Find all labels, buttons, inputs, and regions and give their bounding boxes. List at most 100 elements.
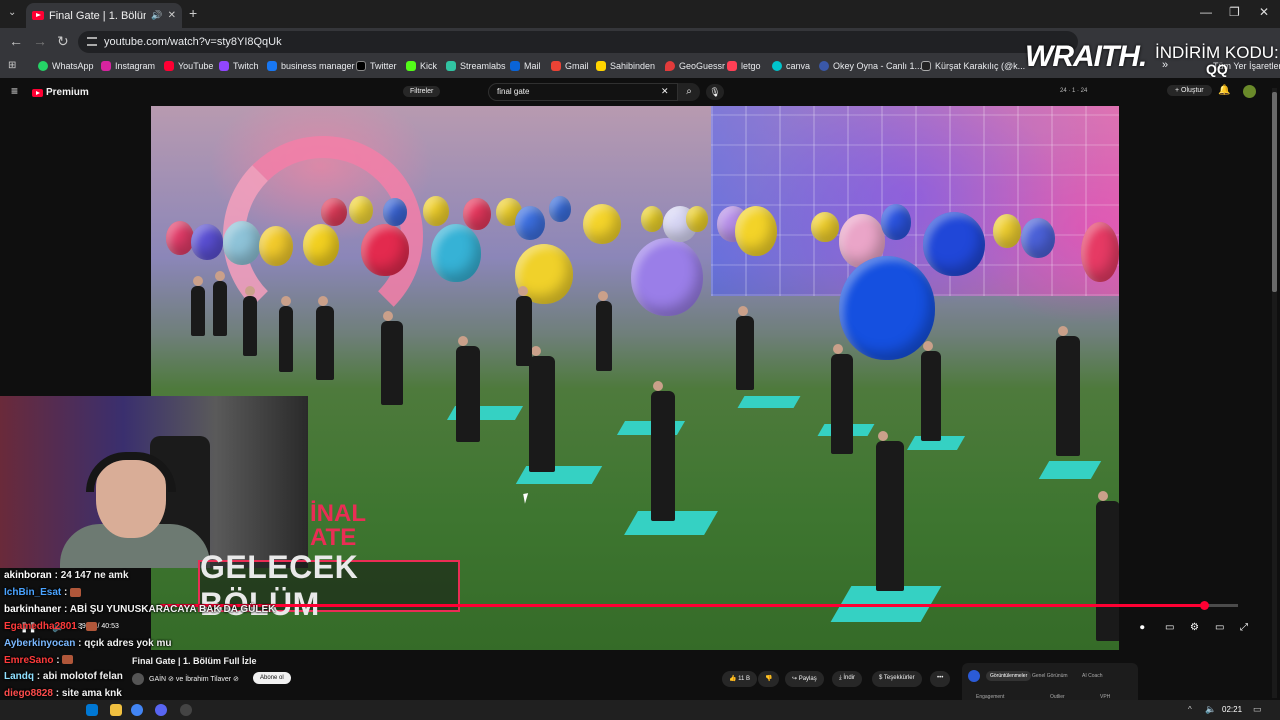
bookmark-youtube[interactable]: YouTube	[164, 61, 213, 71]
floor-mat	[1038, 461, 1102, 479]
bookmark-geoguessr[interactable]: GeoGuessr	[665, 61, 725, 71]
like-count: 11 B	[738, 676, 751, 682]
gmail-icon	[551, 61, 561, 71]
final-gate-line-1: İNAL	[310, 500, 366, 527]
share-label: Paylaş	[798, 676, 817, 682]
file-explorer-icon[interactable]	[110, 704, 122, 716]
ext-tab-overview[interactable]: Genel Görünüm	[1032, 673, 1068, 679]
search-button-icon[interactable]: ⌕	[678, 83, 700, 101]
discount-code: QQ	[1205, 61, 1228, 77]
bookmark-sahibinden[interactable]: Sahibinden	[596, 61, 655, 71]
bookmark-instagram[interactable]: Instagram	[101, 61, 155, 71]
thanks-button[interactable]: $ Teşekkürler	[872, 671, 922, 687]
balloon	[223, 221, 261, 265]
taskbar-clock[interactable]: 02:21	[1222, 705, 1242, 714]
fullscreen-icon[interactable]: ⤢	[1240, 622, 1248, 633]
progress-scrubber[interactable]	[1200, 601, 1210, 610]
sahibinden-icon	[596, 61, 606, 71]
create-label: Oluştur	[1181, 87, 1204, 94]
okey-icon	[819, 61, 829, 71]
channel-info[interactable]: GAİN ⊘ ve İbrahim Tilaver ⊘	[132, 673, 239, 685]
page-scrollbar[interactable]	[1272, 88, 1277, 698]
voice-search-icon[interactable]: 🎙	[706, 84, 724, 100]
ext-tab-ai-coach[interactable]: AI Coach	[1082, 673, 1103, 679]
obs-icon[interactable]	[180, 704, 192, 716]
apps-grid-icon[interactable]: ⊞	[8, 60, 16, 71]
instagram-icon	[101, 61, 111, 71]
create-button[interactable]: + Oluştur	[1167, 85, 1212, 96]
tray-chevron-icon[interactable]: ^	[1188, 705, 1192, 714]
download-button[interactable]: ⤓ İndir	[832, 671, 862, 687]
subtitles-icon[interactable]: ▭	[1165, 622, 1174, 633]
autoplay-toggle-icon[interactable]: ⏺	[1140, 622, 1145, 633]
scrollbar-thumb[interactable]	[1272, 92, 1277, 292]
mouse-cursor	[523, 492, 535, 504]
bookmark-label: Mail	[524, 61, 541, 71]
share-button[interactable]: ↪ Paylaş	[785, 671, 824, 687]
bookmark-kick[interactable]: Kick	[406, 61, 437, 71]
tiktok-icon	[921, 61, 931, 71]
bookmark-whatsapp[interactable]: WhatsApp	[38, 61, 94, 71]
download-label: İndir	[843, 675, 855, 681]
menu-hamburger-icon[interactable]: ≡	[11, 84, 18, 98]
new-tab-plus-icon[interactable]: +	[189, 5, 197, 21]
close-window-icon[interactable]: ✕	[1259, 5, 1269, 19]
browser-tab-active[interactable]: Final Gate | 1. Bölüm Full İz 🔊 ✕	[26, 3, 182, 28]
contestant	[191, 276, 205, 336]
bookmark-twitter[interactable]: Twitter	[356, 61, 397, 71]
theater-mode-icon[interactable]: ▭	[1215, 622, 1224, 633]
dislike-button[interactable]: 👎	[758, 671, 780, 687]
channel-name[interactable]: GAİN ⊘ ve İbrahim Tilaver ⊘	[149, 675, 239, 683]
search-input[interactable]: final gate	[488, 83, 678, 101]
more-actions-button[interactable]: •••	[930, 671, 951, 687]
restore-icon[interactable]: ❐	[1229, 5, 1240, 19]
bookmark-business-manager[interactable]: business manager	[267, 61, 355, 71]
youtube-premium-logo[interactable]: Premium	[32, 87, 89, 98]
notification-center-icon[interactable]: ▭	[1253, 704, 1262, 715]
contestant	[456, 336, 480, 442]
minimize-icon[interactable]: —	[1200, 5, 1212, 19]
chrome-icon[interactable]	[131, 704, 143, 716]
notifications-bell-icon[interactable]: 🔔	[1218, 85, 1230, 96]
like-button[interactable]: 👍 11 B	[722, 671, 758, 687]
site-info-icon[interactable]	[87, 37, 97, 46]
tab-search-icon[interactable]: ⌄	[8, 7, 16, 18]
thanks-label: Teşekkürler	[883, 675, 915, 681]
bookmark-twitch[interactable]: Twitch	[219, 61, 259, 71]
chat-username: Landq	[4, 671, 34, 683]
omnibox[interactable]: youtube.com/watch?v=sty8YI8QqUk	[78, 31, 1078, 53]
youtube-header: ≡ Premium Filtreler final gate ✕ ⌕ 🎙 24 …	[0, 80, 1280, 104]
bookmark-canva[interactable]: canva	[772, 61, 810, 71]
start-icon[interactable]	[86, 704, 98, 716]
back-arrow-icon[interactable]: ←	[9, 33, 23, 49]
bookmark-kursat[interactable]: Kürşat Karakılıç (@k...	[921, 61, 1025, 71]
settings-gear-icon[interactable]: ⚙	[1190, 622, 1199, 633]
clear-search-icon[interactable]: ✕	[661, 86, 669, 97]
header-stats: 24 · 1 · 24	[1060, 88, 1088, 94]
discount-overlay: İNDİRİM KODU: QQ	[1155, 44, 1279, 77]
bookmark-mail[interactable]: Mail	[510, 61, 541, 71]
speaker-icon[interactable]: 🔈	[1205, 704, 1216, 715]
wraith-logo: WRAITH.	[1025, 40, 1147, 73]
ext-tab-views[interactable]: Görüntülenmeler	[986, 671, 1032, 681]
balloon	[549, 196, 571, 222]
bookmark-streamlabs[interactable]: Streamlabs	[446, 61, 506, 71]
video-progress-bar[interactable]	[160, 601, 1238, 610]
bookmark-letgo[interactable]: letgo	[727, 61, 761, 71]
bookmark-gmail[interactable]: Gmail	[551, 61, 589, 71]
contestant	[596, 291, 612, 371]
subscribe-button[interactable]: Abone ol	[253, 672, 291, 684]
discord-icon[interactable]	[155, 704, 167, 716]
filters-button[interactable]: Filtreler	[403, 86, 441, 97]
tab-close-icon[interactable]: ✕	[168, 10, 176, 21]
chat-message: Ayberkinyocan : qçık adres yok mu	[4, 636, 304, 653]
contestant	[516, 286, 532, 366]
forward-arrow-icon[interactable]: →	[33, 33, 47, 49]
bookmark-okey[interactable]: Okey Oyna - Canlı 1...	[819, 61, 922, 71]
bookmark-label: business manager	[281, 61, 355, 71]
tab-audio-icon[interactable]: 🔊	[151, 10, 162, 21]
reload-icon[interactable]: ↻	[57, 33, 69, 50]
avatar[interactable]	[1243, 85, 1256, 98]
channel-avatar[interactable]	[132, 673, 144, 685]
streamlabs-icon	[446, 61, 456, 71]
